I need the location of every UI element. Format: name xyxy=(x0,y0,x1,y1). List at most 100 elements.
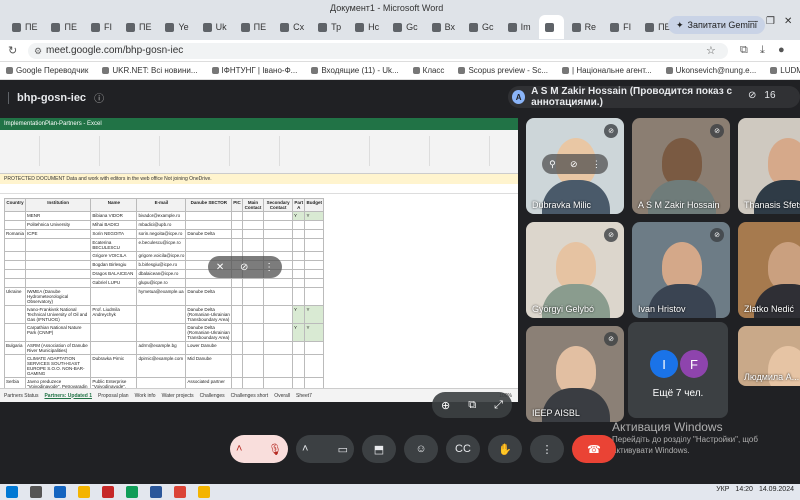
present-button[interactable]: ⬒ xyxy=(362,435,396,463)
table-cell[interactable] xyxy=(25,260,92,270)
table-cell[interactable] xyxy=(3,251,27,261)
table-cell[interactable]: Ukraine xyxy=(3,287,27,306)
more-participants-tile[interactable]: I F Ещё 7 чел. xyxy=(628,322,728,418)
table-cell[interactable] xyxy=(90,287,138,306)
spreadsheet[interactable]: Country Institution Name E-mail Danube SECTO… xyxy=(0,198,518,396)
table-cell[interactable] xyxy=(263,354,294,378)
table-cell[interactable]: Y xyxy=(292,305,306,324)
fullscreen-icon[interactable]: ⤢ xyxy=(494,399,503,412)
start-icon[interactable] xyxy=(6,486,18,498)
bookmark-item[interactable]: Google Переводчик xyxy=(6,66,88,75)
downloads-icon[interactable]: ⤓ xyxy=(760,44,765,57)
table-cell[interactable]: Dubravka Pirnic xyxy=(90,354,138,378)
table-cell[interactable]: hymetua@example.ua xyxy=(136,287,187,306)
sheet-tab[interactable]: Challenges short xyxy=(231,393,269,399)
table-cell[interactable] xyxy=(231,278,243,288)
app-icon[interactable] xyxy=(102,486,114,498)
participant-tile[interactable]: ⊘ Györgyi Gelybó xyxy=(526,222,624,318)
table-cell[interactable] xyxy=(304,260,324,270)
table-cell[interactable] xyxy=(292,278,306,288)
table-cell[interactable] xyxy=(292,220,306,230)
table-cell[interactable] xyxy=(241,341,265,355)
bookmark-item[interactable]: Входящие (11) - Uk... xyxy=(311,66,399,75)
browser-tab[interactable]: FI xyxy=(604,15,637,39)
table-cell[interactable] xyxy=(3,220,27,230)
participant-tile[interactable]: Людмила А... xyxy=(738,326,800,386)
table-cell[interactable] xyxy=(304,354,324,378)
table-cell[interactable] xyxy=(263,238,294,252)
browser-tab[interactable]: Gc xyxy=(463,15,500,39)
clock-time[interactable]: 14:20 xyxy=(735,486,753,493)
bookmark-item[interactable]: Класс xyxy=(412,66,444,75)
table-cell[interactable] xyxy=(304,220,324,230)
people-count[interactable]: 16 xyxy=(764,90,775,101)
table-cell[interactable] xyxy=(241,354,265,378)
table-cell[interactable] xyxy=(304,229,324,239)
meeting-info-icon[interactable]: ⓘ xyxy=(94,90,104,105)
table-cell[interactable] xyxy=(136,305,187,324)
leave-call-button[interactable]: ☎ xyxy=(572,435,616,463)
bookmark-item[interactable]: | Національне агент... xyxy=(562,66,652,75)
table-cell[interactable] xyxy=(185,211,233,221)
participant-tile[interactable]: ⊘ ⚲ ⊘ ⋮ Dubravka Milic xyxy=(526,118,624,214)
table-cell[interactable] xyxy=(241,211,265,221)
table-cell[interactable] xyxy=(231,220,243,230)
site-info-icon[interactable]: ⚙ xyxy=(34,43,42,59)
table-cell[interactable] xyxy=(263,287,294,306)
table-cell[interactable]: Danube Delta xyxy=(185,287,233,306)
table-cell[interactable]: Politehnica University xyxy=(25,220,92,230)
table-cell[interactable]: Romania xyxy=(3,229,27,239)
table-cell[interactable] xyxy=(231,211,243,221)
table-cell[interactable]: adrm@example.bg xyxy=(136,341,187,355)
table-cell[interactable] xyxy=(90,341,138,355)
column-header[interactable]: Institution xyxy=(25,198,92,212)
sheet-tab[interactable]: Water projects xyxy=(162,393,194,399)
table-cell[interactable] xyxy=(90,323,138,342)
table-cell[interactable]: b.birlesgiu@icpe.ro xyxy=(136,260,187,270)
browser-tab[interactable]: Re xyxy=(566,15,603,39)
table-cell[interactable]: Danube Delta (Romanian-Ukrainian Transbo… xyxy=(185,305,233,324)
emoji-button[interactable]: ☺ xyxy=(404,435,438,463)
browser-tab[interactable]: ПЕ xyxy=(6,15,43,39)
participant-tile[interactable]: ⊘Zlatko Nedić xyxy=(738,222,800,318)
zoom-in-icon[interactable]: ⊕ xyxy=(441,399,450,412)
table-cell[interactable] xyxy=(292,269,306,279)
sheet-tab[interactable]: Partners Status xyxy=(4,393,38,399)
browser-tab[interactable]: Gc xyxy=(387,15,424,39)
table-cell[interactable]: sorin.negoita@icpe.ro xyxy=(136,229,187,239)
column-header[interactable]: Secondary Contact xyxy=(263,198,294,212)
table-cell[interactable] xyxy=(241,220,265,230)
table-cell[interactable] xyxy=(25,251,92,261)
unpin-icon[interactable]: ✕ xyxy=(216,262,224,273)
maximize-button[interactable]: ❐ xyxy=(766,16,775,27)
browser-tab[interactable]: Сх xyxy=(274,15,310,39)
profile-icon[interactable]: ● xyxy=(778,44,785,56)
pin-icon[interactable]: ⚲ xyxy=(549,159,556,170)
browser-tab[interactable]: ПЕ xyxy=(120,15,157,39)
table-cell[interactable] xyxy=(231,354,243,378)
table-cell[interactable] xyxy=(292,238,306,252)
extensions-icon[interactable]: ⧉ xyxy=(740,44,748,57)
minimize-button[interactable]: — xyxy=(748,16,758,27)
camera-icon[interactable]: ▭ xyxy=(338,443,348,456)
table-cell[interactable] xyxy=(292,287,306,306)
table-cell[interactable] xyxy=(304,287,324,306)
column-header[interactable]: Part A xyxy=(292,198,306,212)
table-cell[interactable]: CLIMATE ADAPTATION SERVICES SOUTH-EAST E… xyxy=(25,354,92,378)
column-header[interactable]: Main Contact xyxy=(241,198,265,212)
browser-tab[interactable]: Тр xyxy=(312,15,347,39)
participant-tile[interactable]: ⊘ IEEP AISBL xyxy=(526,326,624,422)
raise-hand-button[interactable]: ✋ xyxy=(488,435,522,463)
table-cell[interactable]: Ecaterina BECULESCU xyxy=(90,238,138,252)
table-cell[interactable] xyxy=(304,269,324,279)
column-header[interactable]: PIC xyxy=(231,198,243,212)
reload-icon[interactable]: ↻ xyxy=(8,44,17,57)
table-cell[interactable]: Lower Danube xyxy=(185,341,233,355)
column-header[interactable]: Budget xyxy=(304,198,324,212)
table-cell[interactable] xyxy=(185,278,233,288)
table-cell[interactable]: Ivano-Frankivsk National Technical Unive… xyxy=(25,305,92,324)
table-cell[interactable] xyxy=(3,269,27,279)
chrome-icon[interactable] xyxy=(198,486,210,498)
table-cell[interactable]: mbadici@upb.ro xyxy=(136,220,187,230)
table-cell[interactable] xyxy=(3,278,27,288)
